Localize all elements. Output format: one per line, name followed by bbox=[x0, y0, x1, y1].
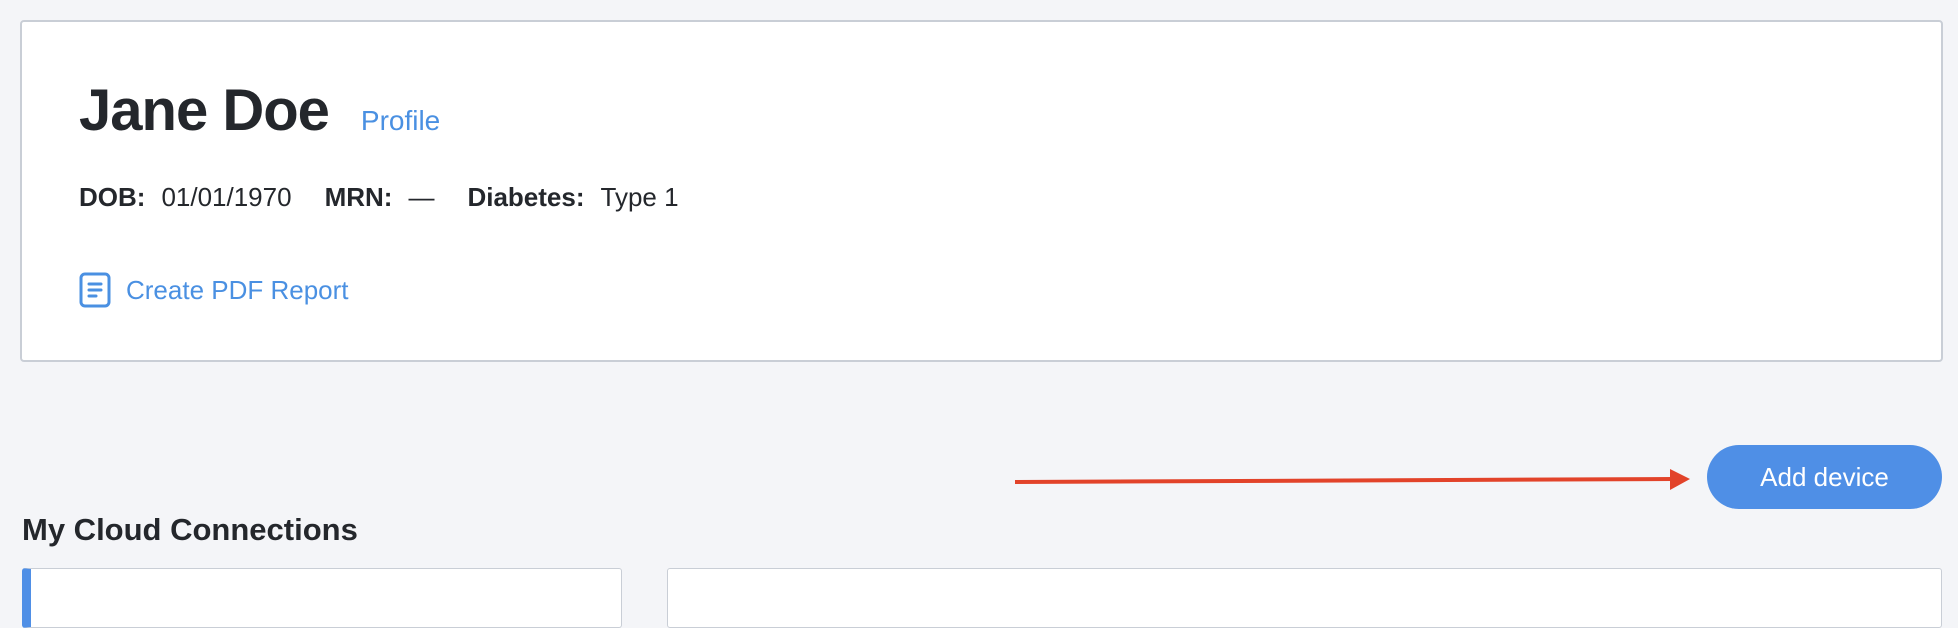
cloud-connections-title: My Cloud Connections bbox=[22, 512, 358, 547]
cloud-connection-card[interactable] bbox=[667, 568, 1942, 628]
create-pdf-report-label: Create PDF Report bbox=[126, 274, 349, 305]
dob-label: DOB: bbox=[79, 182, 146, 212]
mrn-label: MRN: bbox=[324, 182, 393, 212]
patient-name-row: Jane Doe Profile bbox=[79, 82, 440, 140]
patient-name: Jane Doe bbox=[79, 78, 330, 143]
mrn-value: — bbox=[408, 182, 435, 212]
cloud-connection-card[interactable] bbox=[22, 568, 622, 628]
diabetes-label: Diabetes: bbox=[467, 182, 585, 212]
patient-header-card: Jane Doe Profile DOB: 01/01/1970 MRN: — … bbox=[20, 20, 1943, 362]
dob-value: 01/01/1970 bbox=[161, 182, 292, 212]
patient-meta-row: DOB: 01/01/1970 MRN: — Diabetes: Type 1 bbox=[79, 182, 679, 213]
profile-link[interactable]: Profile bbox=[361, 105, 440, 137]
annotation-arrow bbox=[1015, 469, 1690, 490]
document-icon bbox=[79, 272, 111, 308]
add-device-button[interactable]: Add device bbox=[1707, 445, 1942, 509]
create-pdf-report-link[interactable]: Create PDF Report bbox=[79, 272, 349, 308]
diabetes-value: Type 1 bbox=[600, 182, 679, 212]
